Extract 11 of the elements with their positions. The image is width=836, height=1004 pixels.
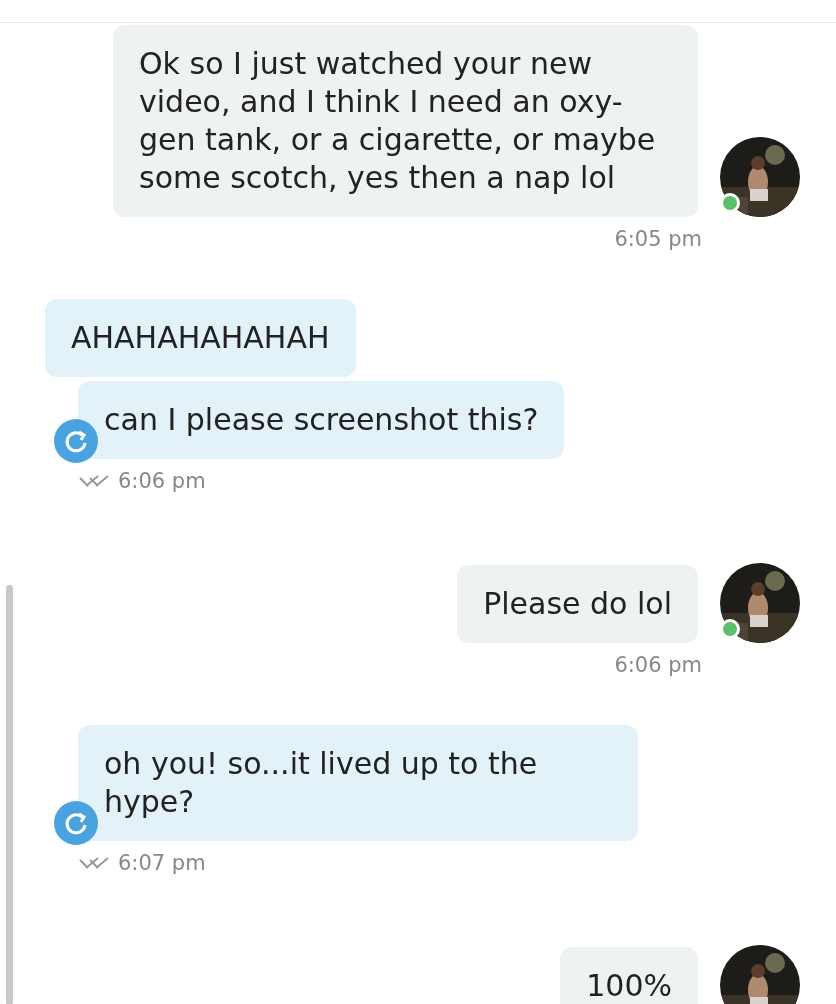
- scrollbar[interactable]: [6, 585, 13, 1004]
- message-time: 6:06 pm: [118, 469, 206, 493]
- message-bubble: 100%: [560, 947, 698, 1004]
- repeat-icon[interactable]: [54, 419, 98, 463]
- message-bubble: Ok so I just watched your new video, and I think I need an oxy-gen tank, or a cigarette, or maybe some scotch, yes then a nap lol: [113, 25, 698, 217]
- message-time: 6:05 pm: [614, 227, 702, 251]
- message-time: 6:07 pm: [118, 851, 206, 875]
- message-bubble: Please do lol: [457, 565, 698, 643]
- repeat-icon[interactable]: [54, 801, 98, 845]
- message-time: 6:06 pm: [614, 653, 702, 677]
- message-bubble: AHAHAHAHAHAH: [45, 299, 356, 377]
